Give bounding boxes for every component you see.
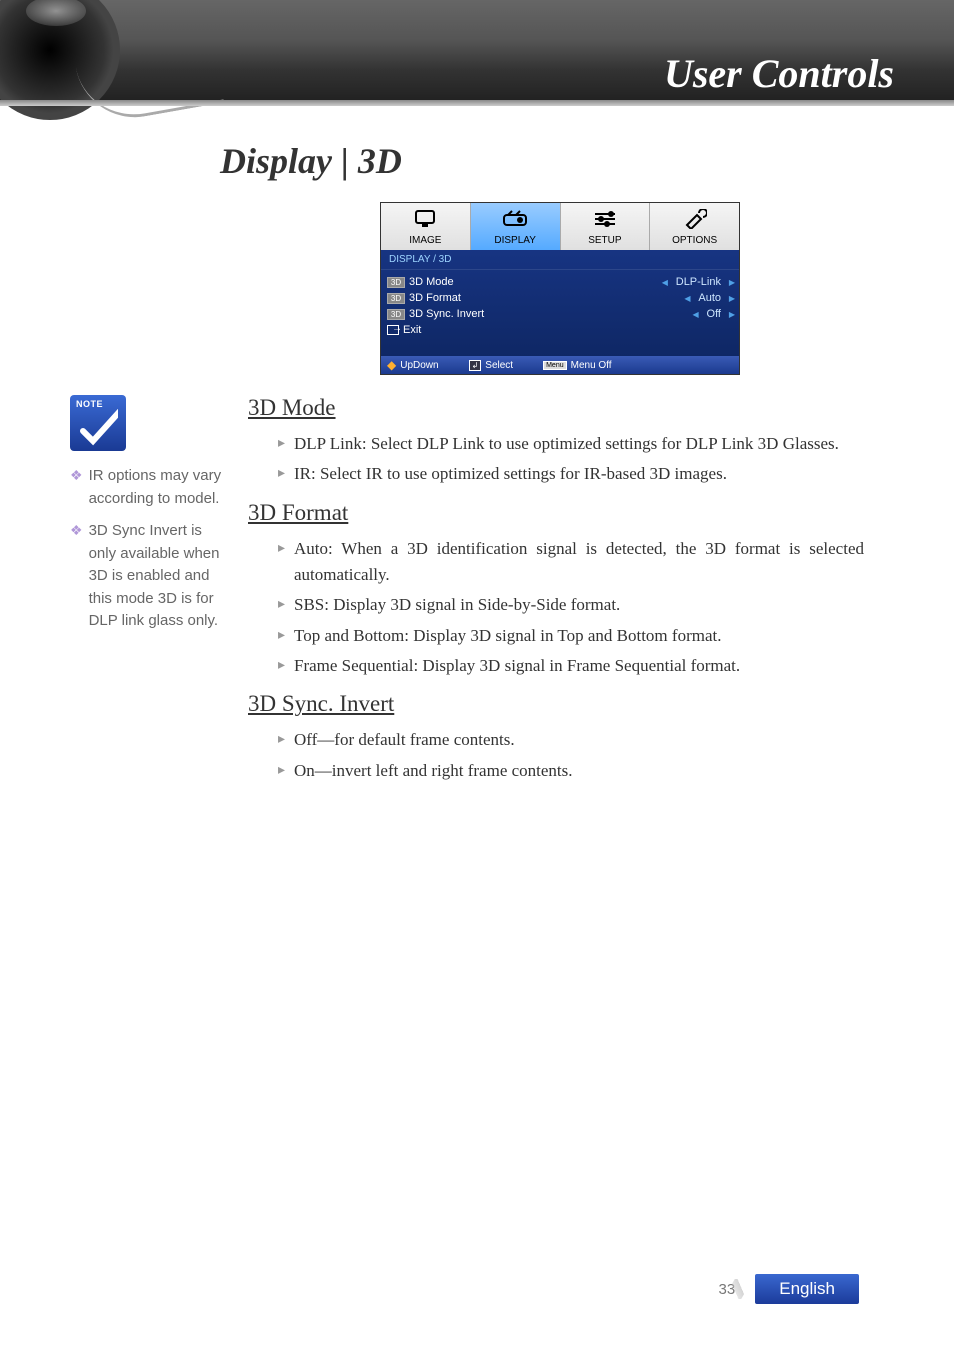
bullet-item: Off—for default frame contents.	[278, 727, 864, 753]
osd-exit-label: Exit	[403, 324, 733, 336]
osd-row-3d-sync-invert[interactable]: 3D 3D Sync. Invert Off	[387, 306, 733, 322]
osd-badge: 3D	[387, 277, 405, 288]
note-text: IR options may vary according to model.	[89, 465, 230, 510]
osd-row-3d-mode[interactable]: 3D 3D Mode DLP-Link	[387, 274, 733, 290]
sliders-icon	[561, 209, 650, 233]
bullet-item: Frame Sequential: Display 3D signal in F…	[278, 653, 864, 679]
section-heading-3d-sync-invert: 3D Sync. Invert	[248, 691, 864, 717]
osd-item-value[interactable]: Auto	[686, 292, 733, 304]
osd-footer-updown: ◆ UpDown	[387, 359, 439, 371]
note-item: ❖ 3D Sync Invert is only available when …	[70, 520, 230, 633]
osd-footer-select: ↲ Select	[469, 359, 514, 371]
note-column: ❖ IR options may vary according to model…	[70, 395, 230, 643]
header-title: User Controls	[664, 50, 894, 97]
tool-icon	[650, 209, 739, 233]
main-column: 3D Mode DLP Link: Select DLP Link to use…	[248, 395, 864, 784]
osd-item-label: 3D Sync. Invert	[409, 308, 695, 320]
osd-tab-label: DISPLAY	[494, 235, 536, 246]
osd-badge: 3D	[387, 293, 405, 304]
checkmark-icon	[78, 409, 118, 449]
osd-menu: IMAGE DISPLAY	[380, 202, 740, 375]
osd-tab-label: IMAGE	[409, 235, 441, 246]
note-badge	[70, 395, 126, 451]
osd-row-3d-format[interactable]: 3D 3D Format Auto	[387, 290, 733, 306]
osd-row-exit[interactable]: Exit	[387, 322, 733, 338]
bullet-item: Auto: When a 3D identification signal is…	[278, 536, 864, 589]
updown-icon: ◆	[387, 359, 396, 371]
header-edge	[0, 100, 954, 106]
note-item: ❖ IR options may vary according to model…	[70, 465, 230, 510]
section-heading-3d-mode: 3D Mode	[248, 395, 864, 421]
bullet-item: IR: Select IR to use optimized settings …	[278, 461, 864, 487]
osd-tab-options[interactable]: OPTIONS	[650, 203, 739, 250]
osd-body: 3D 3D Mode DLP-Link 3D 3D Format Auto 3D…	[381, 270, 739, 356]
osd-item-value[interactable]: DLP-Link	[664, 276, 733, 288]
osd-item-label: 3D Format	[409, 292, 686, 304]
osd-footer-label: UpDown	[400, 360, 438, 371]
page-title: Display | 3D	[220, 140, 954, 182]
osd-footer-menuoff: Menu Menu Off	[543, 359, 611, 371]
bullet-list: Auto: When a 3D identification signal is…	[278, 536, 864, 680]
osd-breadcrumb: DISPLAY / 3D	[381, 250, 739, 270]
osd-item-label: 3D Mode	[409, 276, 664, 288]
enter-icon: ↲	[469, 360, 482, 371]
language-badge: English	[755, 1274, 859, 1304]
osd-tab-label: OPTIONS	[672, 235, 717, 246]
bullet-list: DLP Link: Select DLP Link to use optimiz…	[278, 431, 864, 488]
content-wrap: ❖ IR options may vary according to model…	[0, 395, 954, 784]
page-footer: 33 English	[719, 1274, 859, 1304]
bullet-list: Off—for default frame contents. On—inver…	[278, 727, 864, 784]
bullet-item: SBS: Display 3D signal in Side-by-Side f…	[278, 592, 864, 618]
osd-item-value[interactable]: Off	[695, 308, 733, 320]
osd-tab-label: SETUP	[588, 235, 621, 246]
menu-key-icon: Menu	[543, 361, 567, 370]
osd-tab-setup[interactable]: SETUP	[561, 203, 651, 250]
page-number: 33	[719, 1281, 736, 1298]
exit-icon	[387, 325, 399, 335]
diamond-icon: ❖	[70, 465, 83, 510]
osd-tab-display[interactable]: DISPLAY	[471, 203, 561, 250]
bullet-item: On—invert left and right frame contents.	[278, 758, 864, 784]
osd-tab-image[interactable]: IMAGE	[381, 203, 471, 250]
osd-tabs: IMAGE DISPLAY	[381, 203, 739, 250]
osd-footer-label: Select	[485, 360, 513, 371]
section-heading-3d-format: 3D Format	[248, 500, 864, 526]
osd-footer-label: Menu Off	[571, 360, 612, 371]
header-band: User Controls	[0, 0, 954, 100]
note-text: 3D Sync Invert is only available when 3D…	[89, 520, 230, 633]
monitor-icon	[381, 209, 470, 233]
osd-badge: 3D	[387, 309, 405, 320]
osd-footer: ◆ UpDown ↲ Select Menu Menu Off	[381, 356, 739, 374]
diamond-icon: ❖	[70, 520, 83, 633]
bullet-item: DLP Link: Select DLP Link to use optimiz…	[278, 431, 864, 457]
bullet-item: Top and Bottom: Display 3D signal in Top…	[278, 623, 864, 649]
projector-icon	[471, 209, 560, 233]
